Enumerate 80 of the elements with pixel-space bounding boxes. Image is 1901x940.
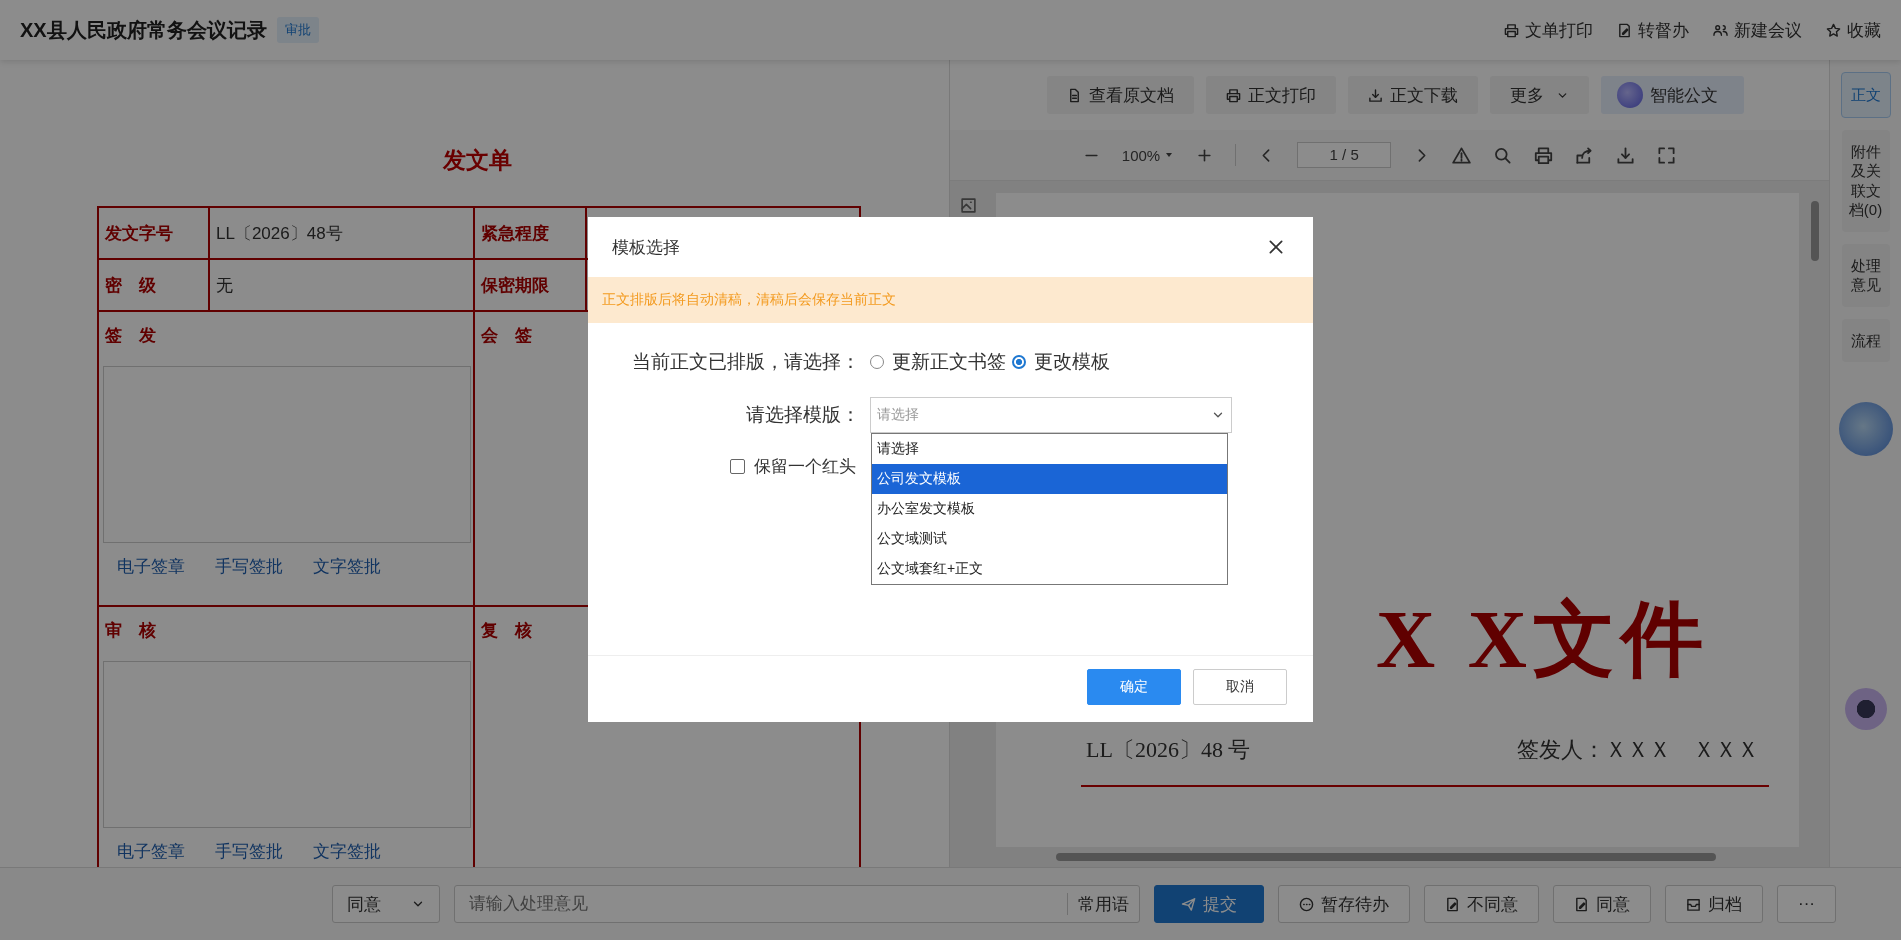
people-icon [1713,22,1728,38]
page-number-field[interactable]: 1 / 5 [1297,142,1392,168]
printer-icon [1226,87,1241,103]
field-value: LL〔2026〕48号 [216,222,343,245]
thumbnail-icon[interactable] [960,197,977,214]
zoom-in-icon[interactable] [1196,146,1214,164]
dialog-title: 模板选择 [612,236,680,259]
sidebar-tab[interactable]: 处理意见 [1841,243,1890,307]
star-icon [1826,22,1841,38]
sign-link[interactable]: 文字签批 [313,555,381,578]
field-label: 发文字号 [99,208,210,258]
zoom-select[interactable]: 100% [1121,146,1175,164]
search-icon[interactable] [1493,145,1513,165]
archive-icon [1686,896,1701,912]
toolbar-button[interactable]: 正文打印 [1206,76,1336,114]
mode-label: 当前正文已排版，请选择： [632,350,860,374]
template-select[interactable]: 请选择 [870,397,1232,433]
dropdown-option[interactable]: 请选择 [872,434,1227,464]
download-icon [1368,87,1383,103]
edit-icon [1617,22,1632,38]
radio-option[interactable]: 更新正文书签 [870,349,1006,375]
toolbar-button[interactable]: 智能公文 [1601,76,1744,114]
status-badge: 审批 [276,17,319,43]
action-button[interactable]: 归档 [1665,885,1763,923]
header-action-link[interactable]: 转督办 [1617,18,1689,42]
printer-icon[interactable] [1534,145,1554,165]
action-button[interactable]: ··· [1777,885,1836,923]
edit-icon [1574,896,1589,912]
dialog-button[interactable]: 取消 [1193,669,1287,705]
edit-icon [1445,896,1460,912]
toolbar-button[interactable]: 查看原文档 [1047,76,1194,114]
action-button[interactable]: 提交 [1154,885,1264,923]
section-label: 复 核 [480,620,533,642]
toolbar-button[interactable]: 正文下载 [1348,76,1478,114]
common-phrases-button[interactable]: 常用语 [1067,893,1139,915]
form-title: 发文单 [441,146,513,175]
section-label: 审 核 [104,620,157,642]
action-button[interactable]: 同意 [1553,885,1651,923]
dropdown-option[interactable]: 公文域测试 [872,524,1227,554]
document-icon [1067,87,1082,103]
document-heading: X X文件 [1376,593,1709,687]
opinion-select[interactable]: 同意 [332,885,440,923]
send-icon [1181,896,1196,912]
section-label: 会 签 [480,325,533,347]
sign-link[interactable]: 电子签章 [117,555,185,578]
document-number: LL〔2026〕48 号 [1086,736,1251,764]
template-label: 请选择模版： [746,403,860,427]
radio-option[interactable]: 更改模板 [1012,349,1110,375]
action-button[interactable]: 不同意 [1424,885,1539,923]
section-label: 签 发 [104,325,157,347]
page-title: XX县人民政府常务会议记录 [20,17,267,43]
toolbar-button[interactable]: 更多 [1490,76,1589,114]
dropdown-option[interactable]: 公文域套红+正文 [872,554,1227,584]
document-signer: 签发人：ＸＸＸ ＸＸＸ [1517,736,1759,764]
field-value: 无 [216,274,233,297]
dropdown-option[interactable]: 办公室发文模板 [872,494,1227,524]
sign-link[interactable]: 手写签批 [215,840,283,863]
sign-link[interactable]: 手写签批 [215,555,283,578]
checkbox[interactable] [730,459,745,474]
warning-icon[interactable] [1452,145,1472,165]
checkbox-option[interactable]: 保留一个红头 [730,455,860,478]
close-icon[interactable] [1267,238,1285,256]
header-action-link[interactable]: 新建会议 [1713,18,1802,42]
action-button[interactable]: 暂存待办 [1278,885,1410,923]
sign-link[interactable]: 文字签批 [313,840,381,863]
dropdown-option[interactable]: 公司发文模板 [872,464,1227,494]
field-label: 密 级 [99,260,210,310]
sign-link[interactable]: 电子签章 [117,840,185,863]
radio-icon[interactable] [1012,355,1026,369]
header-action-link[interactable]: 文单打印 [1504,18,1593,42]
dialog-button[interactable]: 确定 [1087,669,1181,705]
fullscreen-icon[interactable] [1657,145,1677,165]
download-icon[interactable] [1616,145,1636,165]
printer-icon [1504,22,1519,38]
notice-banner: 正文排版后将自动清稿，清稿后会保存当前正文 [588,277,1313,323]
sidebar-tab[interactable]: 流程 [1841,318,1890,362]
header-action-link[interactable]: 收藏 [1826,18,1881,42]
opinion-input[interactable]: 请输入处理意见 常用语 [454,885,1140,923]
sidebar-tab[interactable]: 附件及关联文档(0) [1841,129,1890,232]
sidebar-tab[interactable]: 正文 [1840,72,1891,118]
